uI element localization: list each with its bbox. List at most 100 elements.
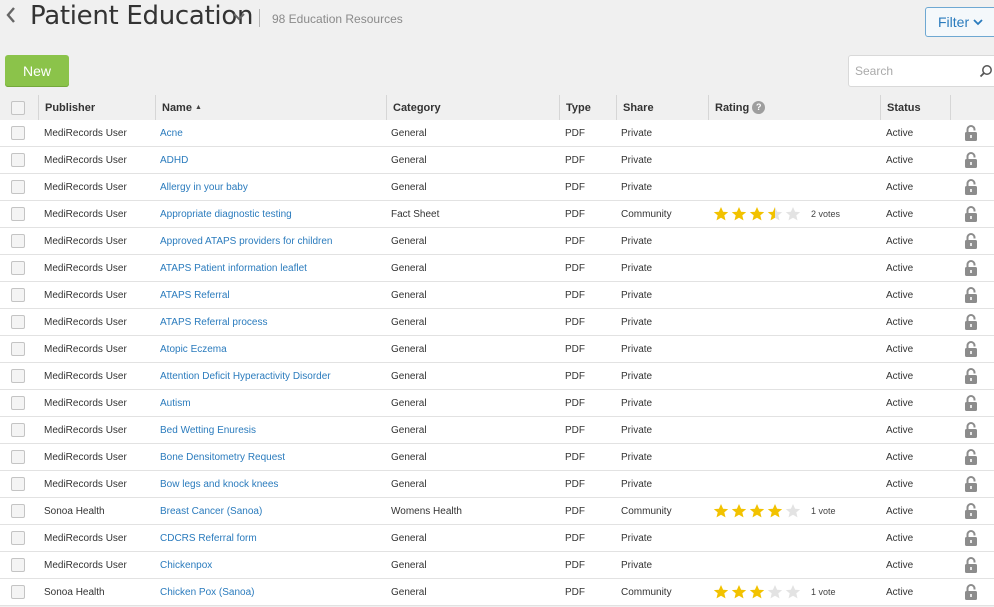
- table-row[interactable]: MediRecords User Appropriate diagnostic t…: [0, 201, 994, 228]
- star-rating[interactable]: 1 vote: [713, 584, 836, 600]
- lock-button[interactable]: [964, 525, 978, 551]
- question-icon[interactable]: ?: [752, 101, 766, 114]
- star-rating[interactable]: 2 votes: [713, 206, 840, 222]
- table-row[interactable]: MediRecords User ATAPS Referral process Ge…: [0, 309, 994, 336]
- resource-name-link[interactable]: CDCRS Referral form: [160, 525, 257, 551]
- header-share[interactable]: Share: [616, 95, 708, 120]
- table-row[interactable]: MediRecords User Allergy in your baby Gene…: [0, 174, 994, 201]
- resource-name-link[interactable]: Bow legs and knock knees: [160, 471, 278, 497]
- new-button[interactable]: New: [5, 55, 69, 87]
- table-row[interactable]: Sonoa Health Breast Cancer (Sanoa) Womens …: [0, 498, 994, 525]
- resource-name-link[interactable]: ADHD: [160, 147, 188, 173]
- table-row[interactable]: MediRecords User Acne General PDF Private Act…: [0, 120, 994, 147]
- row-checkbox[interactable]: [11, 180, 25, 194]
- table-row[interactable]: MediRecords User ADHD General PDF Private Act…: [0, 147, 994, 174]
- chevron-down-icon[interactable]: [233, 12, 245, 22]
- search-box: [848, 55, 994, 87]
- row-checkbox[interactable]: [11, 315, 25, 329]
- row-checkbox[interactable]: [11, 396, 25, 410]
- lock-button[interactable]: [964, 471, 978, 497]
- lock-button[interactable]: [964, 363, 978, 389]
- table-row[interactable]: MediRecords User Attention Deficit Hypera…: [0, 363, 994, 390]
- resource-name-link[interactable]: Autism: [160, 390, 191, 416]
- resource-name-link[interactable]: ATAPS Referral process: [160, 309, 267, 335]
- resource-name-link[interactable]: Acne: [160, 120, 183, 146]
- table-row[interactable]: Sonoa Health Chicken Pox (Sanoa) General PD…: [0, 579, 994, 606]
- table-row[interactable]: MediRecords User Autism General PDF Private A…: [0, 390, 994, 417]
- chevron-left-icon: [6, 7, 15, 23]
- lock-button[interactable]: [964, 147, 978, 173]
- resource-name-link[interactable]: Atopic Eczema: [160, 336, 227, 362]
- lock-button[interactable]: [964, 201, 978, 227]
- resource-name-link[interactable]: Approved ATAPS providers for children: [160, 228, 333, 254]
- resource-name-link[interactable]: Breast Cancer (Sanoa): [160, 498, 262, 524]
- table-row[interactable]: MediRecords User Approved ATAPS providers…: [0, 228, 994, 255]
- lock-button[interactable]: [964, 120, 978, 146]
- header-category[interactable]: Category: [386, 95, 559, 120]
- lock-button[interactable]: [964, 444, 978, 470]
- row-checkbox[interactable]: [11, 504, 25, 518]
- resource-name-link[interactable]: Appropriate diagnostic testing: [160, 201, 292, 227]
- resource-name-link[interactable]: Attention Deficit Hyperactivity Disorder: [160, 363, 331, 389]
- select-all-checkbox[interactable]: [11, 100, 25, 115]
- header-rating[interactable]: Rating ?: [708, 95, 880, 120]
- row-checkbox[interactable]: [11, 369, 25, 383]
- resource-name-link[interactable]: Chicken Pox (Sanoa): [160, 579, 255, 605]
- row-checkbox[interactable]: [11, 234, 25, 248]
- search-icon[interactable]: [979, 64, 993, 78]
- resource-name-link[interactable]: ATAPS Patient information leaflet: [160, 255, 307, 281]
- row-checkbox[interactable]: [11, 261, 25, 275]
- row-checkbox[interactable]: [11, 423, 25, 437]
- filter-button[interactable]: Filter: [925, 7, 994, 37]
- lock-button[interactable]: [964, 228, 978, 254]
- header-status[interactable]: Status: [880, 95, 950, 120]
- row-checkbox-cell: [11, 525, 25, 551]
- resource-name-link[interactable]: Bone Densitometry Request: [160, 444, 285, 470]
- row-checkbox[interactable]: [11, 288, 25, 302]
- table-row[interactable]: MediRecords User Chickenpox General PDF Priv…: [0, 552, 994, 579]
- row-checkbox[interactable]: [11, 207, 25, 221]
- table-row[interactable]: MediRecords User Bone Densitometry Reques…: [0, 444, 994, 471]
- row-checkbox[interactable]: [11, 342, 25, 356]
- back-button[interactable]: [4, 4, 18, 26]
- top-bar: Patient Education 98 Education Resources…: [0, 0, 994, 48]
- lock-button[interactable]: [964, 174, 978, 200]
- star-rating[interactable]: 1 vote: [713, 503, 836, 519]
- publisher-cell: MediRecords User: [44, 235, 127, 247]
- lock-button[interactable]: [964, 552, 978, 578]
- table-row[interactable]: MediRecords User ATAPS Patient informatio…: [0, 255, 994, 282]
- header-name-label: Name: [162, 101, 192, 114]
- resource-name-link[interactable]: Allergy in your baby: [160, 174, 248, 200]
- search-input[interactable]: [853, 56, 975, 86]
- lock-icon: [965, 340, 977, 357]
- row-checkbox[interactable]: [11, 585, 25, 599]
- table-row[interactable]: MediRecords User Atopic Eczema General PDF P…: [0, 336, 994, 363]
- row-checkbox[interactable]: [11, 153, 25, 167]
- row-checkbox[interactable]: [11, 558, 25, 572]
- lock-button[interactable]: [964, 309, 978, 335]
- table-row[interactable]: MediRecords User Bed Wetting Enuresis Gene…: [0, 417, 994, 444]
- star-filled-icon: [749, 585, 765, 599]
- lock-button[interactable]: [964, 579, 978, 605]
- lock-button[interactable]: [964, 417, 978, 443]
- header-publisher[interactable]: Publisher: [38, 95, 155, 120]
- table-row[interactable]: MediRecords User ATAPS Referral General PDF…: [0, 282, 994, 309]
- row-checkbox[interactable]: [11, 450, 25, 464]
- table-row[interactable]: MediRecords User Bow legs and knock knees…: [0, 471, 994, 498]
- resource-name-link[interactable]: Chickenpox: [160, 552, 212, 578]
- row-checkbox-cell: [11, 147, 25, 173]
- lock-button[interactable]: [964, 282, 978, 308]
- header-type[interactable]: Type: [559, 95, 616, 120]
- row-checkbox[interactable]: [11, 531, 25, 545]
- table-row[interactable]: MediRecords User CDCRS Referral form Gener…: [0, 525, 994, 552]
- header-name[interactable]: Name ▲: [155, 95, 386, 120]
- lock-button[interactable]: [964, 336, 978, 362]
- resource-name-link[interactable]: ATAPS Referral: [160, 282, 230, 308]
- row-checkbox[interactable]: [11, 126, 25, 140]
- lock-button[interactable]: [964, 498, 978, 524]
- lock-button[interactable]: [964, 390, 978, 416]
- row-checkbox[interactable]: [11, 477, 25, 491]
- resource-name-link[interactable]: Bed Wetting Enuresis: [160, 417, 256, 443]
- star-empty-icon: [785, 504, 801, 518]
- lock-button[interactable]: [964, 255, 978, 281]
